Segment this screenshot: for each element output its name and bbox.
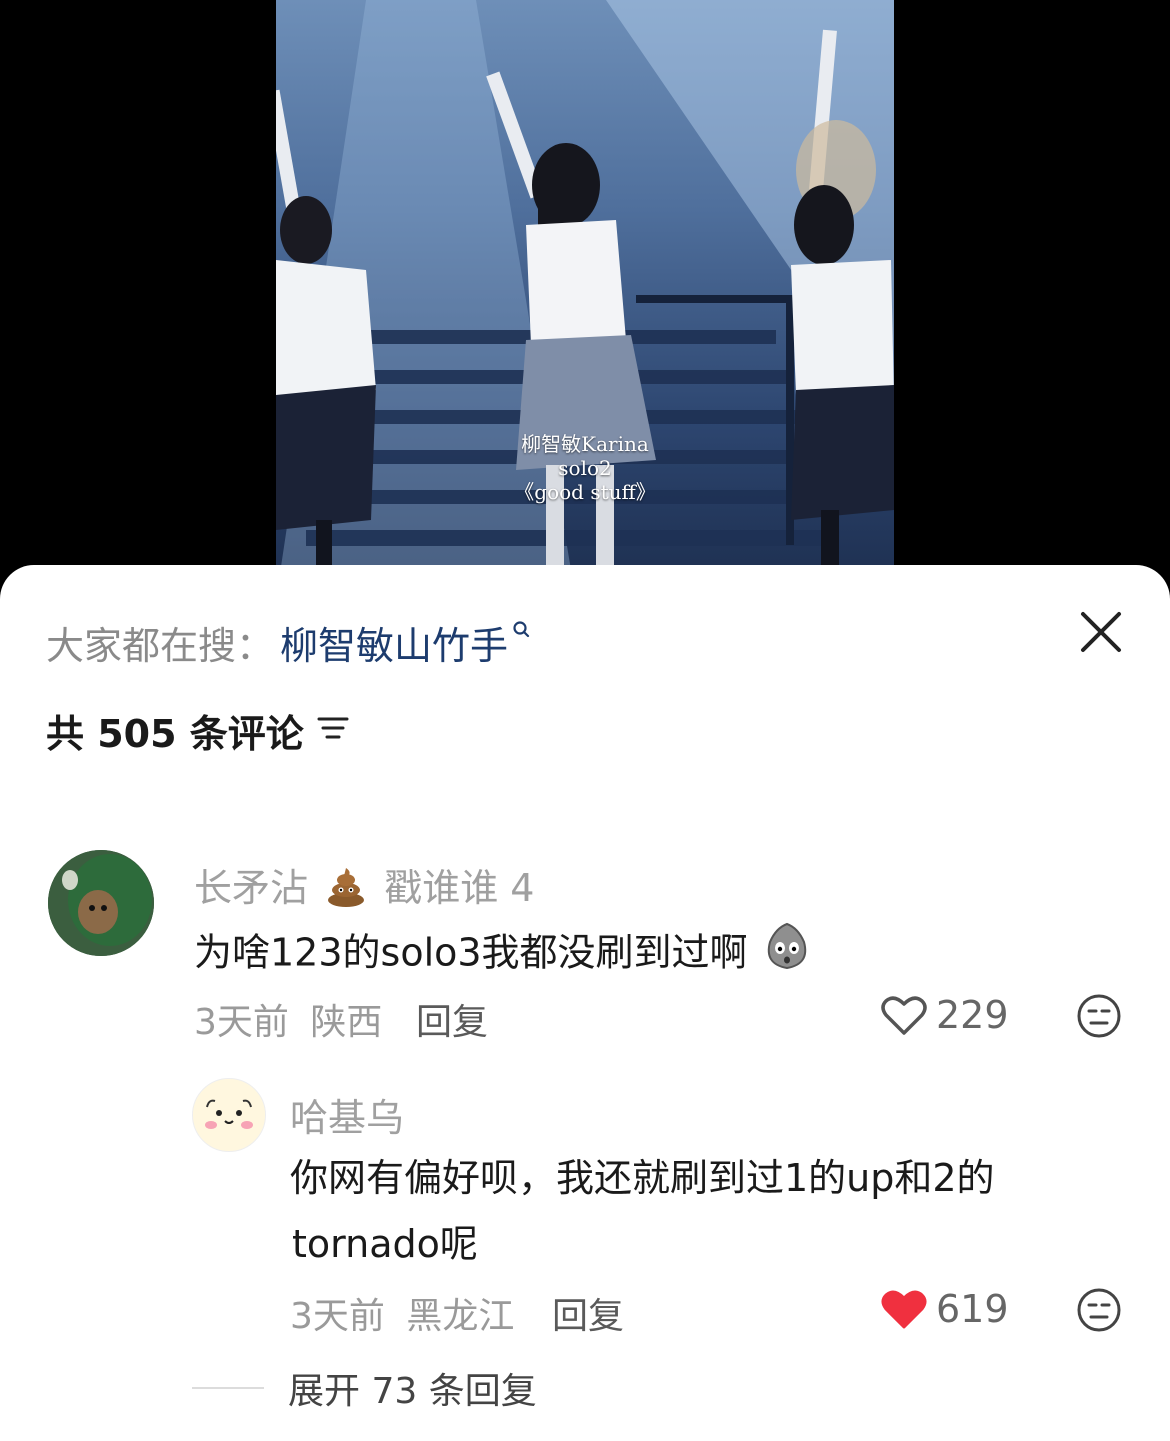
expand-replies-label[interactable]: 展开 73 条回复 (288, 1362, 537, 1414)
close-icon[interactable] (1078, 609, 1124, 655)
like-count: 619 (936, 1287, 1009, 1331)
emoji-reaction-icon[interactable] (1076, 993, 1122, 1039)
video-frame[interactable]: 柳智敏Karina solo2 《good stuff》 (276, 0, 894, 600)
comment-sheet: 大家都在搜： 柳智敏山竹手 共 505 条评论 长矛沾 戳谁谁 4 为啥123的… (0, 565, 1170, 1441)
reply-location: 黑龙江 (406, 1296, 515, 1337)
sort-icon[interactable] (316, 714, 350, 746)
trending-search[interactable]: 大家都在搜： 柳智敏山竹手 (46, 615, 530, 670)
comment-username[interactable]: 长矛沾 戳谁谁 4 (194, 857, 534, 917)
like-count: 229 (936, 993, 1009, 1037)
caption-line-1: 柳智敏Karina (521, 432, 649, 456)
comment-time: 3天前 (194, 1002, 289, 1043)
avatar[interactable] (192, 1078, 266, 1152)
comment-location: 陕西 (310, 1002, 383, 1043)
search-icon[interactable] (512, 620, 530, 646)
emoji-reaction-icon[interactable] (1076, 1287, 1122, 1333)
divider-line (192, 1387, 264, 1389)
expand-replies-button[interactable]: 展开 73 条回复 (192, 1362, 537, 1414)
username-suffix: 戳谁谁 4 (384, 866, 535, 910)
reply-text-line-1: 你网有偏好呗，我还就刷到过1的up和2的 (290, 1156, 995, 1200)
comment-count: 共 505 条评论 (46, 711, 304, 756)
video-caption: 柳智敏Karina solo2 《good stuff》 (276, 432, 894, 504)
caption-line-3: 《good stuff》 (514, 480, 656, 504)
video-player[interactable]: 柳智敏Karina solo2 《good stuff》 (0, 0, 1170, 600)
avatar[interactable] (48, 850, 154, 956)
like-button[interactable]: 619 (880, 1287, 1009, 1331)
like-button[interactable]: 229 (880, 993, 1009, 1037)
reply-button[interactable]: 回复 (416, 993, 488, 1045)
video-scene (276, 0, 894, 600)
comment-meta: 3天前 陕西 (194, 993, 382, 1045)
trending-search-prefix: 大家都在搜： (46, 623, 275, 668)
shocked-emoji-icon (760, 918, 814, 992)
username-text[interactable]: 长矛沾 (194, 866, 308, 910)
reply-meta: 3天前 黑龙江 (290, 1287, 514, 1339)
comment-count-header: 共 505 条评论 (46, 705, 350, 756)
reply-text-line-2: tornado呢 (292, 1222, 478, 1266)
comment-body: 为啥123的solo3我都没刷到过啊 (194, 930, 748, 975)
reply-username[interactable]: 哈基乌 (290, 1087, 404, 1142)
reply-button[interactable]: 回复 (552, 1287, 624, 1339)
caption-line-2: solo2 (558, 456, 612, 480)
heart-outline-icon[interactable] (880, 993, 928, 1037)
comment-text: 为啥123的solo3我都没刷到过啊 (194, 918, 814, 992)
reply-time: 3天前 (290, 1296, 385, 1337)
heart-filled-icon[interactable] (880, 1287, 928, 1331)
trending-search-term[interactable]: 柳智敏山竹手 (280, 615, 508, 670)
poop-emoji-icon (324, 864, 368, 917)
